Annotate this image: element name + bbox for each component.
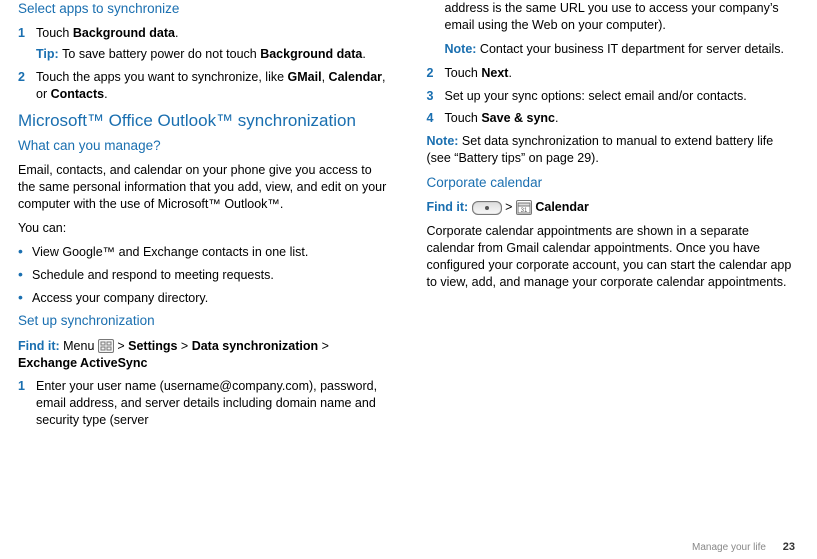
findit2-cal: Calendar [535,200,589,214]
findit-a: Menu [63,339,98,353]
findit-f: > [318,339,329,353]
rstep4-a: Touch [445,111,482,125]
steps-select-apps: Touch Background data. Tip: To save batt… [18,25,391,103]
paragraph-corporate-calendar: Corporate calendar appointments are show… [427,223,800,291]
find-it-line-2: Find it: > 31 Calendar [427,199,800,216]
step1-bold: Background data [73,26,175,40]
tip-bold: Background data [260,47,362,61]
calendar-icon: 31 [516,200,532,215]
steps-setup: Enter your user name (username@company.c… [18,378,391,429]
rstep4-c: . [555,111,558,125]
findit-d: > [177,339,191,353]
step2-b: GMail [288,70,322,84]
paragraph-manage: Email, contacts, and calendar on your ph… [18,162,391,213]
findit-label: Find it: [18,339,63,353]
left-column: Select apps to synchronize Touch Backgro… [18,0,391,435]
rstep2-c: . [508,66,511,80]
right-step-2: Touch Next. [427,65,800,82]
setup-step-1: Enter your user name (username@company.c… [18,378,391,429]
page-number: 23 [783,541,795,553]
findit2-label: Find it: [427,200,472,214]
bullet-2: Schedule and respond to meeting requests… [18,267,391,284]
findit-e: Data synchronization [192,339,318,353]
right-column: address is the same URL you use to acces… [427,0,800,435]
page-body: Select apps to synchronize Touch Backgro… [0,0,817,435]
rstep4-b: Save & sync [481,111,555,125]
step2-f: Contacts [51,87,104,101]
tip-label: Tip: [36,47,62,61]
rstep2-b: Next [481,66,508,80]
step-1: Touch Background data. Tip: To save batt… [18,25,391,63]
menu-icon [98,339,114,353]
heading-corporate-calendar: Corporate calendar [427,174,800,192]
findit-g: Exchange ActiveSync [18,356,147,370]
step2-c: , [322,70,329,84]
heading-what-manage: What can you manage? [18,137,391,155]
findit-c: Settings [128,339,177,353]
note2-text: Set data synchronization to manual to ex… [427,134,774,165]
step2-d: Calendar [329,70,383,84]
page-footer: Manage your life 23 [692,541,795,553]
note1-label: Note: [445,42,480,56]
note-battery: Note: Set data synchronization to manual… [427,133,800,167]
launcher-icon [472,201,502,215]
step1-text-c: . [175,26,178,40]
tip-text-a: To save battery power do not touch [62,47,260,61]
heading-setup-sync: Set up synchronization [18,312,391,330]
heading-outlook-sync: Microsoft™ Office Outlook™ synchronizati… [18,111,391,131]
note1-text: Contact your business IT department for … [480,42,784,56]
find-it-line-1: Find it: Menu > Settings > Data synchron… [18,338,391,372]
rstep2-a: Touch [445,66,482,80]
bullet-1: View Google™ and Exchange contacts in on… [18,244,391,261]
tip-text-c: . [362,47,365,61]
svg-text:31: 31 [521,208,528,214]
note-server-details: Note: Contact your business IT departmen… [427,41,800,58]
heading-select-apps: Select apps to synchronize [18,0,391,18]
right-step-4: Touch Save & sync. [427,110,800,127]
findit-b: > [114,339,128,353]
steps-right: Touch Next. Set up your sync options: se… [427,65,800,128]
bullet-list: View Google™ and Exchange contacts in on… [18,244,391,307]
step-2: Touch the apps you want to synchronize, … [18,69,391,103]
paragraph-youcan: You can: [18,220,391,237]
step2-g: . [104,87,107,101]
bullet-3: Access your company directory. [18,290,391,307]
tip-line: Tip: To save battery power do not touch … [36,46,391,63]
findit2-gt: > [502,200,516,214]
right-step-3: Set up your sync options: select email a… [427,88,800,105]
step1-continuation: address is the same URL you use to acces… [427,0,800,34]
note2-label: Note: [427,134,462,148]
step2-a: Touch the apps you want to synchronize, … [36,70,288,84]
footer-section: Manage your life [692,542,766,553]
step1-text-a: Touch [36,26,73,40]
